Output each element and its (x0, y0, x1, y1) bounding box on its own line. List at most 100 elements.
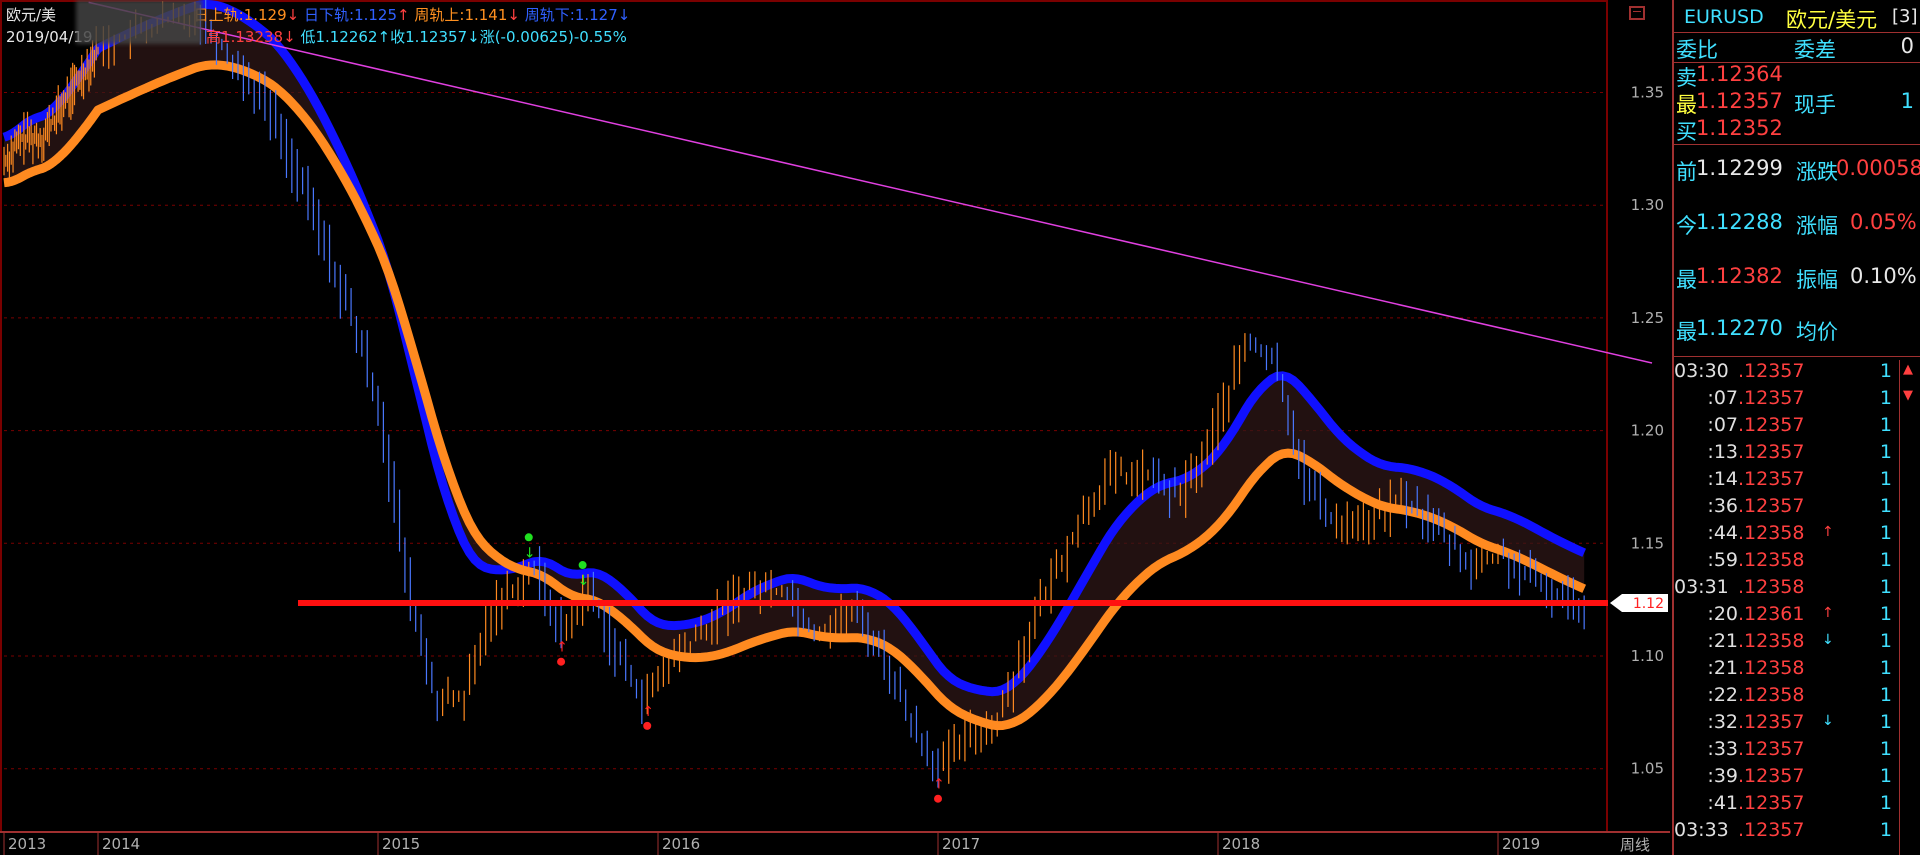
tick-qty: 1 (1879, 387, 1892, 409)
tick-time: :21 (1707, 657, 1738, 679)
tick-row: :44.12358 ↑ 1 (1674, 522, 1920, 549)
last-label: 最 (1676, 93, 1697, 117)
tick-row: :32.12357 ↓ 1 (1674, 711, 1920, 738)
tick-qty: 1 (1879, 576, 1892, 598)
tick-time: :32 (1707, 711, 1738, 733)
tick-qty: 1 (1879, 522, 1892, 544)
chart-area[interactable]: ↓ ↑ ↓ ↑ ↑ 1.05 1.10 1.15 1.20 1.25 1.30 1.35 2013 20… (0, 0, 1670, 855)
tick-row: :36.12357 1 (1674, 495, 1920, 522)
tick-price: .12357 (1738, 441, 1805, 463)
tick-qty: 1 (1879, 360, 1892, 382)
tick-row: :21.12358 1 (1674, 657, 1920, 684)
scroll-up-icon[interactable]: ▲ (1903, 362, 1913, 377)
y-tick-label: 1.25 (1631, 309, 1664, 327)
tick-price: .12358 (1738, 522, 1805, 544)
tick-qty: 1 (1879, 630, 1892, 652)
x-tick-label: 2015 (382, 835, 420, 853)
buy-value: 1.12352 (1696, 116, 1783, 140)
low-value: 1.12270 (1696, 316, 1783, 340)
sell-label: 卖 (1676, 66, 1697, 90)
high-label: 最 (1676, 268, 1697, 292)
tick-qty: 1 (1879, 684, 1892, 706)
tick-time: :20 (1707, 603, 1738, 625)
tick-time: :36 (1707, 495, 1738, 517)
price-chart[interactable]: ↓ ↑ ↓ ↑ ↑ 1.05 1.10 1.15 1.20 1.25 1.30 1.35 2013 20… (0, 0, 1670, 855)
day-upper-value: 1.129 (243, 6, 287, 24)
tick-price: .12358 (1738, 657, 1805, 679)
high-value: 1.12382 (1696, 264, 1783, 288)
tick-price: .12358 (1738, 549, 1805, 571)
tick-qty: 1 (1879, 414, 1892, 436)
tick-list[interactable]: 03:30.12357 1:07.12357 1:07.12357 1:13.1235… (1674, 360, 1898, 855)
tick-row: :22.12358 1 (1674, 684, 1920, 711)
scroll-down-icon[interactable]: ▼ (1903, 388, 1913, 403)
arrow-down-icon: ↓ (617, 6, 631, 24)
arrow-up-icon: ↑ (642, 704, 654, 720)
arrow-down-icon: ↓ (578, 573, 590, 589)
symbol-name: 欧元/美元 (1786, 8, 1878, 32)
tick-qty: 1 (1879, 468, 1892, 490)
tick-row: :39.12357 1 (1674, 765, 1920, 792)
arrow-down-icon: ↓ (1822, 632, 1834, 648)
week-lower-value: 1.127 (574, 6, 618, 24)
week-lower-label: 周轨下: (524, 6, 575, 24)
hand-label: 现手 (1794, 93, 1836, 117)
arrow-up-icon: ↑ (933, 777, 945, 793)
buy-label: 买 (1676, 120, 1697, 144)
diff-label: 委差 (1794, 38, 1836, 62)
tick-price: .12357 (1738, 495, 1805, 517)
x-tick-label: 2013 (8, 835, 46, 853)
tick-time: :41 (1707, 792, 1738, 814)
x-tick-label: 2017 (942, 835, 980, 853)
y-tick-label: 1.30 (1631, 196, 1664, 214)
arrow-up-icon: ↑ (556, 640, 568, 656)
redacted-area (76, 0, 202, 44)
tick-price: .12358 (1738, 630, 1805, 652)
change-label: 涨 (479, 28, 495, 46)
close-label: 收 (390, 28, 406, 46)
tick-row: :33.12357 1 (1674, 738, 1920, 765)
tick-price: .12358 (1738, 576, 1805, 598)
open-label: 今 (1676, 214, 1697, 238)
symbol-index: [3] (1892, 6, 1918, 27)
tick-time: :33 (1707, 738, 1738, 760)
diff-value: 0 (1900, 34, 1914, 58)
tick-price: .12358 (1738, 684, 1805, 706)
tick-qty: 1 (1879, 792, 1892, 814)
window-restore-icon[interactable] (1629, 6, 1645, 20)
quote-panel: EURUSD 欧元/美元 [3] 委比 委差 0 卖 1.12364 最 1.1… (1672, 0, 1920, 855)
tick-row: :21.12358 ↓ 1 (1674, 630, 1920, 657)
x-tick-label: 2016 (662, 835, 700, 853)
prev-value: 1.12299 (1696, 156, 1783, 180)
arrow-down-icon: ↓ (507, 6, 520, 24)
tick-qty: 1 (1879, 819, 1892, 841)
arrow-down-icon: ↓ (283, 28, 296, 46)
tick-price: .12357 (1738, 765, 1805, 787)
tick-scrollbar[interactable]: ▲ ▼ (1899, 360, 1920, 855)
high-label: 高 (206, 28, 222, 46)
week-upper-label: 周轨上: (414, 6, 465, 24)
y-tick-label: 1.35 (1631, 84, 1664, 102)
tick-qty: 1 (1879, 603, 1892, 625)
arrow-down-icon: ↓ (1822, 713, 1834, 729)
y-tick-label: 1.10 (1631, 647, 1664, 665)
up-signal-dot (578, 561, 587, 570)
tick-time: :44 (1707, 522, 1738, 544)
tick-row: 03:31 .12358 1 (1674, 576, 1920, 603)
pct-label: 涨幅 (1796, 214, 1838, 238)
low-value: 1.12262 (315, 28, 378, 46)
up-signal-dot (524, 533, 533, 542)
sell-value: 1.12364 (1696, 62, 1783, 86)
tick-qty: 1 (1879, 657, 1892, 679)
tick-time: :07 (1707, 414, 1738, 436)
pct-value: 0.05% (1850, 210, 1917, 234)
week-upper-value: 1.141 (464, 6, 508, 24)
tick-time: :21 (1707, 630, 1738, 652)
x-tick-label: 2018 (1222, 835, 1260, 853)
tick-qty: 1 (1879, 765, 1892, 787)
tick-price: .12357 (1738, 711, 1805, 733)
tick-row: :14.12357 1 (1674, 468, 1920, 495)
tick-row: :59.12358 1 (1674, 549, 1920, 576)
tick-time: 03:33 (1674, 819, 1729, 841)
y-tick-label: 1.05 (1631, 760, 1664, 778)
